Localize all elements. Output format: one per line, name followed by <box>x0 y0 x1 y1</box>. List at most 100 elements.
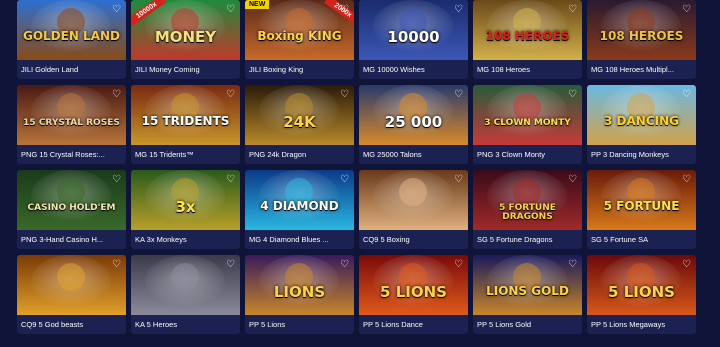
game-thumbnail[interactable]: 25 000 <box>359 85 468 145</box>
game-card[interactable]: 24K ♡ PNG 24k Dragon <box>245 85 354 164</box>
heart-outline-icon[interactable]: ♡ <box>567 4 578 15</box>
game-caption: SG 5 Fortune Dragons <box>477 235 553 244</box>
game-caption: PP 3 Dancing Monkeys <box>591 150 669 159</box>
game-card[interactable]: 108 HEROES ♡ MG 108 Heroes Multipl... <box>587 0 696 79</box>
game-caption: KA 3x Monkeys <box>135 235 187 244</box>
heart-outline-icon[interactable]: ♡ <box>681 174 692 185</box>
heart-outline-icon[interactable]: ♡ <box>681 89 692 100</box>
game-art-title: 3 DANCING <box>604 114 679 128</box>
game-caption: PNG 24k Dragon <box>249 150 307 159</box>
heart-outline-icon[interactable]: ♡ <box>111 174 122 185</box>
game-thumbnail[interactable]: 10000 <box>359 0 468 60</box>
game-card[interactable]: 15 TRIDENTS ♡ MG 15 Tridents™ <box>131 85 240 164</box>
heart-outline-icon[interactable]: ♡ <box>567 174 578 185</box>
game-thumbnail[interactable]: 3 CLOWN MONTY <box>473 85 582 145</box>
heart-outline-icon[interactable]: ♡ <box>225 89 236 100</box>
heart-outline-icon[interactable]: ♡ <box>453 89 464 100</box>
game-thumbnail[interactable]: 5 FORTUNE DRAGONS <box>473 170 582 230</box>
heart-outline-icon[interactable]: ♡ <box>111 89 122 100</box>
game-caption: CQ9 5 Boxing <box>363 235 410 244</box>
game-art-title: 10000 <box>387 28 440 46</box>
game-card[interactable]: LIONS ♡ PP 5 Lions <box>245 255 354 334</box>
game-caption: SG 5 Fortune SA <box>591 235 649 244</box>
game-art-title: 5 LIONS <box>608 283 675 301</box>
heart-outline-icon[interactable]: ♡ <box>339 174 350 185</box>
heart-outline-icon[interactable]: ♡ <box>339 89 350 100</box>
game-caption: JILI Money Coming <box>135 65 200 74</box>
game-art-title: MONEY <box>154 28 217 46</box>
game-card[interactable]: 4 DIAMOND ♡ MG 4 Diamond Blues ... <box>245 170 354 249</box>
game-thumbnail[interactable]: LIONS GOLD <box>473 255 582 315</box>
game-art-title: LIONS GOLD <box>486 284 569 298</box>
game-art-title: 5 LIONS <box>380 283 447 301</box>
game-thumbnail[interactable]: 5 FORTUNE <box>587 170 696 230</box>
game-caption: PNG 15 Crystal Roses:... <box>21 150 105 159</box>
game-card[interactable]: 10000 ♡ MG 10000 Wishes <box>359 0 468 79</box>
game-card[interactable]: MONEY 10000x ♡ JILI Money Coming <box>131 0 240 79</box>
game-art-title: 25 000 <box>384 113 443 131</box>
heart-outline-icon[interactable]: ♡ <box>339 4 350 15</box>
game-card[interactable]: 5 LIONS ♡ PP 5 Lions Megaways <box>587 255 696 334</box>
heart-outline-icon[interactable]: ♡ <box>225 174 236 185</box>
game-caption: JILI Golden Land <box>21 65 79 74</box>
heart-outline-icon[interactable]: ♡ <box>225 4 236 15</box>
game-thumbnail[interactable]: GOLDEN LAND <box>17 0 126 60</box>
game-thumbnail[interactable]: 15 CRYSTAL ROSES <box>17 85 126 145</box>
game-thumbnail[interactable]: 4 DIAMOND <box>245 170 354 230</box>
heart-outline-icon[interactable]: ♡ <box>339 259 350 270</box>
game-caption: JILI Boxing King <box>249 65 304 74</box>
game-card[interactable]: 15 CRYSTAL ROSES ♡ PNG 15 Crystal Roses:..… <box>17 85 126 164</box>
heart-outline-icon[interactable]: ♡ <box>567 89 578 100</box>
game-card[interactable]: 3x ♡ KA 3x Monkeys <box>131 170 240 249</box>
heart-outline-icon[interactable]: ♡ <box>453 174 464 185</box>
heart-outline-icon[interactable]: ♡ <box>567 259 578 270</box>
game-thumbnail[interactable]: LIONS <box>245 255 354 315</box>
game-card[interactable]: CASINO HOLD'EM ♡ PNG 3-Hand Casino H... <box>17 170 126 249</box>
game-art-title: 3x <box>175 198 196 216</box>
game-card[interactable]: GOLDEN LAND ♡ JILI Golden Land <box>17 0 126 79</box>
game-thumbnail[interactable]: 3x <box>131 170 240 230</box>
game-card[interactable]: 5 FORTUNE DRAGONS ♡ SG 5 Fortune Dragons <box>473 170 582 249</box>
game-card[interactable]: 108 HEROES ♡ MG 108 Heroes <box>473 0 582 79</box>
game-card[interactable]: 5 FORTUNE ♡ SG 5 Fortune SA <box>587 170 696 249</box>
game-card[interactable]: ♡ CQ9 5 Boxing <box>359 170 468 249</box>
game-card[interactable]: ♡ CQ9 5 God beasts <box>17 255 126 334</box>
game-card[interactable]: 25 000 ♡ MG 25000 Talons <box>359 85 468 164</box>
game-caption: PNG 3 Clown Monty <box>477 150 545 159</box>
game-art-title: 15 CRYSTAL ROSES <box>23 118 120 128</box>
game-thumbnail[interactable]: CASINO HOLD'EM <box>17 170 126 230</box>
game-thumbnail[interactable]: 5 LIONS <box>359 255 468 315</box>
game-card[interactable]: 3 DANCING ♡ PP 3 Dancing Monkeys <box>587 85 696 164</box>
heart-outline-icon[interactable]: ♡ <box>453 4 464 15</box>
game-art-title: 108 HEROES <box>599 29 684 43</box>
heart-outline-icon[interactable]: ♡ <box>111 4 122 15</box>
game-thumbnail[interactable]: 15 TRIDENTS <box>131 85 240 145</box>
game-card[interactable]: 3 CLOWN MONTY ♡ PNG 3 Clown Monty <box>473 85 582 164</box>
game-thumbnail[interactable]: 24K <box>245 85 354 145</box>
game-thumbnail[interactable] <box>359 170 468 230</box>
heart-outline-icon[interactable]: ♡ <box>225 259 236 270</box>
game-thumbnail[interactable]: 108 HEROES <box>587 0 696 60</box>
game-thumbnail[interactable] <box>131 255 240 315</box>
game-caption: MG 108 Heroes Multipl... <box>591 65 674 74</box>
game-art-title: 5 FORTUNE DRAGONS <box>499 203 556 222</box>
game-thumbnail[interactable]: 108 HEROES <box>473 0 582 60</box>
game-card[interactable]: 5 LIONS ♡ PP 5 Lions Dance <box>359 255 468 334</box>
game-card[interactable]: LIONS GOLD ♡ PP 5 Lions Gold <box>473 255 582 334</box>
game-caption: PP 5 Lions <box>249 320 286 329</box>
game-card[interactable]: Boxing KING NEW 2000x ♡ JILI Boxing King <box>245 0 354 79</box>
heart-outline-icon[interactable]: ♡ <box>681 4 692 15</box>
game-art-title: Boxing KING <box>257 29 342 43</box>
heart-outline-icon[interactable]: ♡ <box>681 259 692 270</box>
game-caption: MG 4 Diamond Blues ... <box>249 235 329 244</box>
heart-outline-icon[interactable]: ♡ <box>111 259 122 270</box>
game-card[interactable]: ♡ KA 5 Heroes <box>131 255 240 334</box>
game-thumbnail[interactable]: 5 LIONS <box>587 255 696 315</box>
game-thumbnail[interactable]: 3 DANCING <box>587 85 696 145</box>
game-thumbnail[interactable] <box>17 255 126 315</box>
game-art-title: 4 DIAMOND <box>260 199 339 213</box>
game-art-title: CASINO HOLD'EM <box>27 203 116 213</box>
game-caption: MG 15 Tridents™ <box>135 150 194 159</box>
heart-outline-icon[interactable]: ♡ <box>453 259 464 270</box>
game-art-title: 5 FORTUNE <box>603 199 680 213</box>
